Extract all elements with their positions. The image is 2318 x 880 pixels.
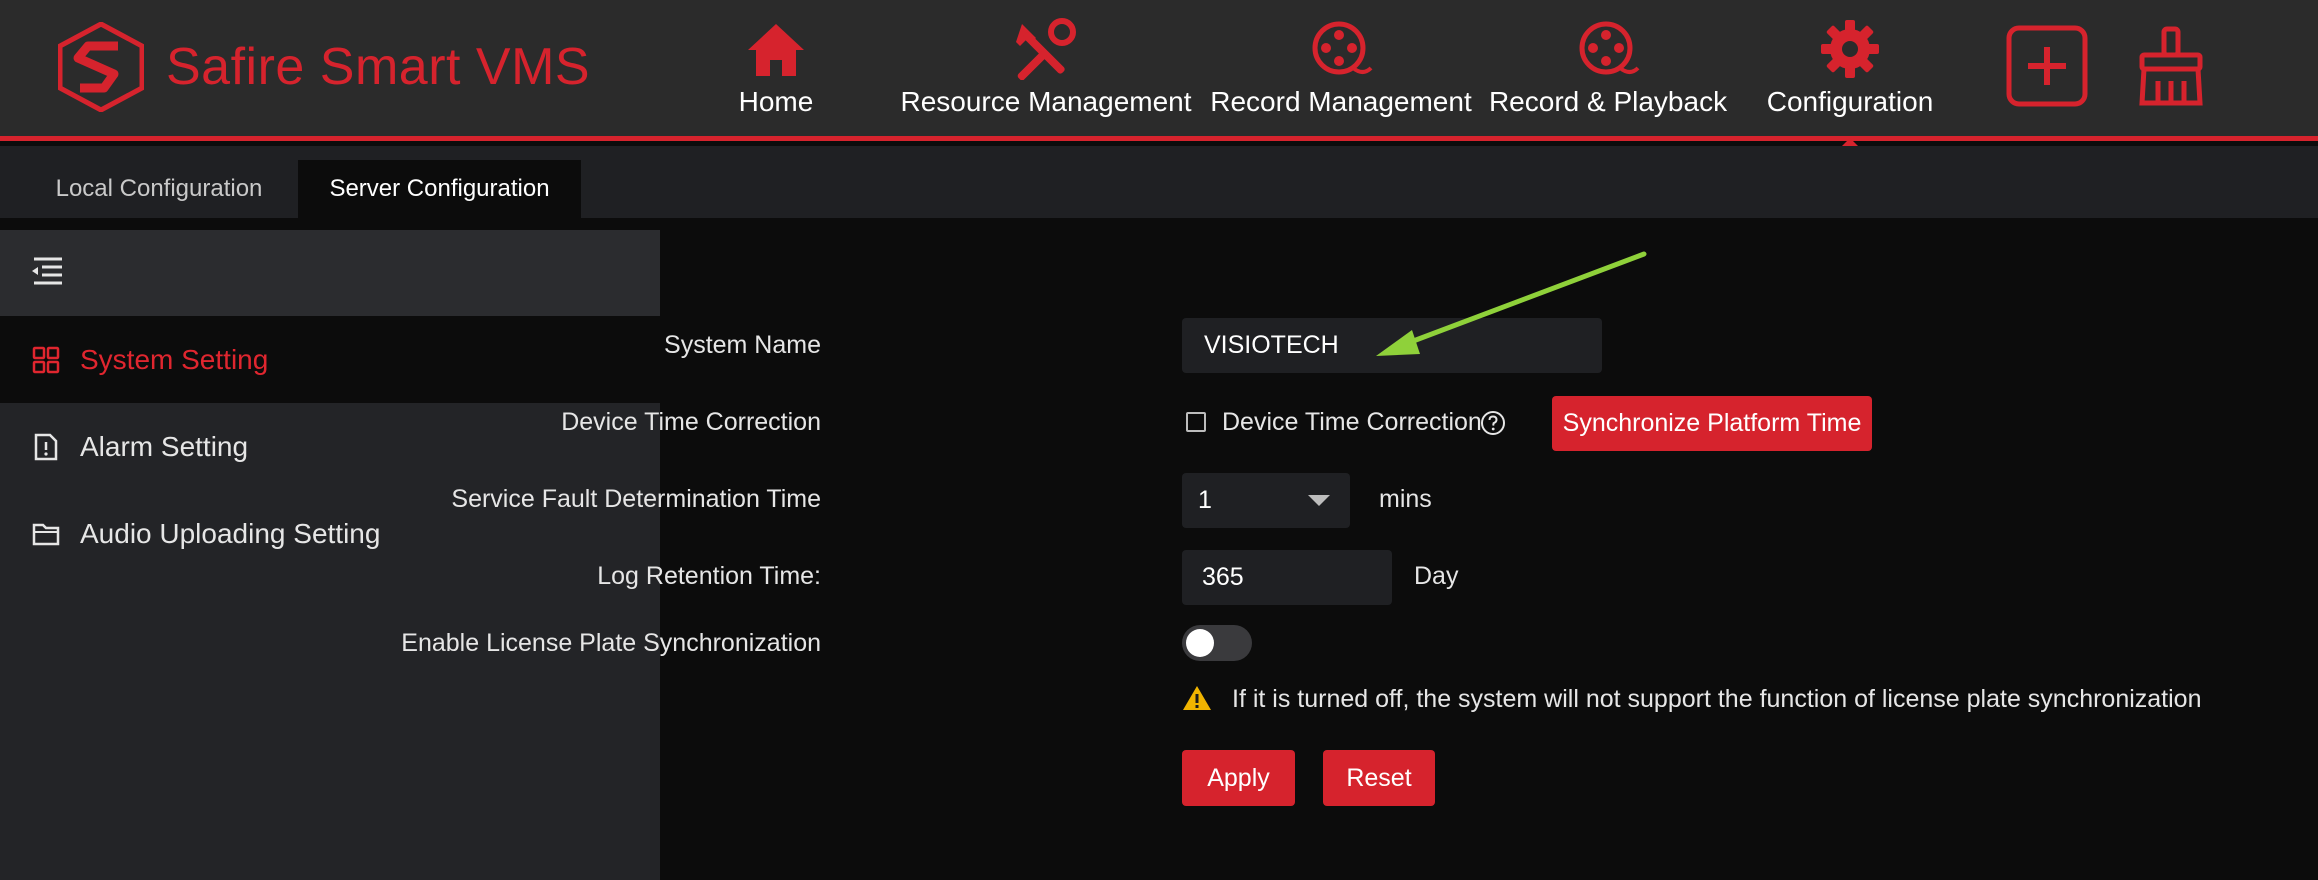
nav-record-playback[interactable]: Record & Playback — [1488, 18, 1728, 128]
sidebar: System Setting Alarm Setting Audio Uploa… — [0, 230, 660, 880]
service-fault-time-value: 1 — [1198, 486, 1212, 514]
broom-icon — [2139, 26, 2203, 106]
film-reel-icon — [1579, 21, 1640, 75]
gear-icon — [1821, 20, 1879, 78]
sidebar-header — [0, 230, 660, 316]
sidebar-item-label: Audio Uploading Setting — [80, 517, 381, 549]
service-fault-time-unit: mins — [1379, 485, 1432, 513]
add-button[interactable] — [2006, 25, 2088, 107]
folder-icon — [32, 523, 60, 545]
grid-icon — [32, 346, 60, 373]
menu-collapse-icon — [32, 257, 62, 284]
device-time-correction-checkbox-label: Device Time Correction — [1222, 408, 1482, 436]
apply-button[interactable]: Apply — [1182, 750, 1295, 806]
warning-icon — [1183, 686, 1211, 710]
home-icon — [748, 24, 804, 76]
annotation-arrow-icon — [1376, 251, 1647, 356]
nav-record-management-label: Record Management — [1210, 86, 1472, 117]
system-name-label: System Name — [664, 331, 821, 359]
log-retention-input[interactable]: 365 — [1182, 550, 1392, 605]
synchronize-platform-time-button[interactable]: Synchronize Platform Time — [1552, 396, 1872, 451]
reset-button[interactable]: Reset — [1323, 750, 1435, 806]
license-plate-sync-warning: If it is turned off, the system will not… — [1232, 685, 2202, 713]
nav-resource-management[interactable]: Resource Management — [900, 18, 1192, 128]
log-retention-label: Log Retention Time: — [597, 562, 821, 590]
service-fault-time-select[interactable]: 1 — [1182, 473, 1350, 528]
plus-square-icon — [2006, 25, 2088, 107]
system-setting-panel: System Name VISIOTECH Device Time Correc… — [401, 218, 2318, 880]
sidebar-item-label: Alarm Setting — [80, 430, 249, 462]
alert-document-icon — [34, 433, 58, 460]
nav-configuration-label: Configuration — [1766, 86, 1934, 117]
service-fault-time-label: Service Fault Determination Time — [451, 485, 821, 513]
tools-icon — [1016, 18, 1076, 80]
nav-record-management[interactable]: Record Management — [1208, 18, 1474, 128]
app-logo: Safire Smart VMS — [58, 22, 590, 112]
help-question-icon[interactable] — [1480, 410, 1506, 436]
sidebar-item-system-setting[interactable]: System Setting — [0, 316, 660, 403]
device-time-correction-checkbox[interactable] — [1186, 412, 1206, 432]
collapse-menu-button[interactable] — [28, 253, 64, 294]
nav-resource-management-label: Resource Management — [900, 86, 1192, 117]
tab-local-configuration[interactable]: Local Configuration — [20, 160, 298, 218]
tab-server-configuration[interactable]: Server Configuration — [298, 160, 581, 218]
film-reel-icon — [1312, 21, 1373, 75]
nav-home[interactable]: Home — [725, 18, 827, 128]
clean-button[interactable] — [2136, 25, 2206, 107]
app-title: Safire Smart VMS — [166, 38, 591, 96]
top-header: Safire Smart VMS Home Resource Managemen… — [0, 0, 2318, 152]
device-time-correction-label: Device Time Correction — [561, 408, 821, 436]
nav-configuration[interactable]: Configuration — [1760, 18, 1940, 152]
safire-logo-icon — [58, 22, 144, 112]
sidebar-item-label: System Setting — [80, 343, 269, 375]
chevron-down-icon — [1308, 495, 1330, 506]
log-retention-unit: Day — [1414, 562, 1459, 590]
nav-home-label: Home — [738, 86, 814, 117]
license-plate-sync-toggle[interactable] — [1182, 625, 1252, 661]
config-tabbar: Local Configuration Server Configuration — [0, 146, 2318, 218]
toggle-knob — [1186, 629, 1214, 657]
license-plate-sync-label: Enable License Plate Synchronization — [401, 629, 821, 657]
nav-record-playback-label: Record & Playback — [1488, 86, 1728, 117]
